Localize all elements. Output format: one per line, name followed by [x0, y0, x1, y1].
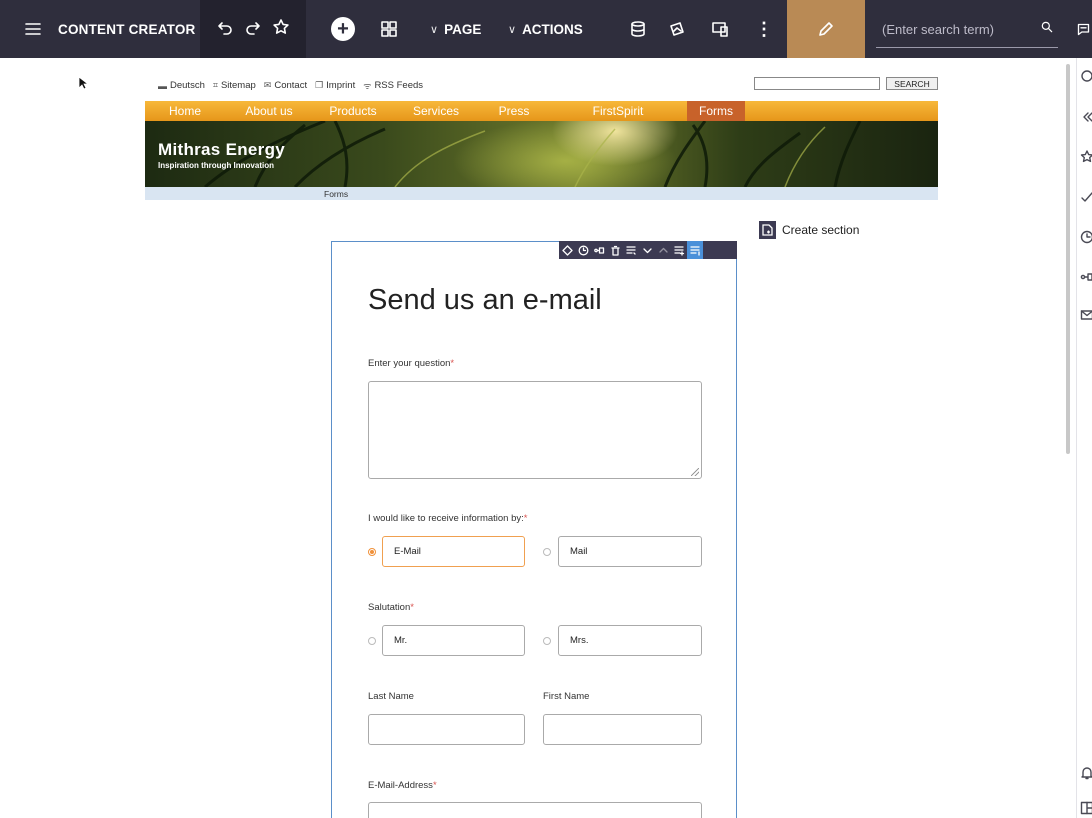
search-input[interactable]: (Enter search term) — [882, 22, 994, 37]
right-sidebar — [1076, 58, 1092, 818]
chevron-down-icon: ∨ — [430, 23, 439, 36]
option-email[interactable]: E-Mail — [382, 536, 525, 567]
brand-slogan: Inspiration through Innovation — [158, 161, 274, 170]
question-label: Enter your question* — [368, 358, 455, 369]
toolbar-search[interactable]: (Enter search term) — [866, 0, 1066, 58]
chevron-down-icon: ∨ — [508, 23, 517, 36]
search-underline — [876, 47, 1058, 48]
site-banner: Mithras Energy Inspiration through Innov… — [145, 121, 938, 187]
meta-nav-deutsch[interactable]: ▬ Deutsch — [158, 79, 205, 92]
page-scrollbar[interactable] — [1066, 64, 1070, 454]
comments-icon[interactable] — [1074, 0, 1092, 58]
email-address-label: E-Mail-Address* — [368, 780, 437, 791]
insert-section-icon[interactable] — [671, 241, 687, 259]
nav-item-press[interactable]: Press — [479, 101, 549, 121]
question-textarea[interactable] — [368, 381, 702, 479]
meta-nav-contact[interactable]: ✉ Contact — [264, 79, 307, 92]
salutation-label: Salutation* — [368, 602, 414, 613]
info-channel-label: I would like to receive information by:* — [368, 513, 528, 524]
plus-icon: + — [331, 17, 355, 41]
radio-mail[interactable] — [543, 548, 551, 556]
add-button[interactable]: + — [330, 0, 356, 58]
meta-navigation: ▬ Deutsch ⌗ Sitemap ✉ Contact ❐ Imprint ᯤ RSS… — [158, 79, 423, 92]
history-clock-icon[interactable] — [575, 241, 591, 259]
mail-icon[interactable] — [1080, 308, 1092, 322]
site-search-input[interactable] — [754, 77, 880, 90]
history-group — [200, 0, 306, 58]
redo-icon[interactable] — [244, 18, 262, 41]
more-options-icon[interactable]: ⋮ — [755, 0, 773, 58]
page-menu-button[interactable]: ∨ PAGE — [430, 0, 481, 58]
rss-icon: ᯤ — [363, 81, 372, 91]
create-section-button[interactable]: Create section — [759, 221, 859, 239]
new-document-icon — [759, 221, 776, 239]
radio-email[interactable] — [368, 548, 376, 556]
contact-mail-icon: ✉ — [263, 80, 272, 90]
last-name-input[interactable] — [368, 714, 525, 745]
meta-nav-imprint[interactable]: ❐ Imprint — [315, 79, 355, 92]
app-title: CONTENT CREATOR — [58, 21, 196, 37]
star-icon[interactable] — [1080, 150, 1092, 164]
nav-item-forms[interactable]: Forms — [687, 101, 745, 121]
breadcrumb[interactable]: Forms — [324, 189, 348, 199]
undo-icon[interactable] — [216, 18, 234, 41]
search-icon[interactable] — [1080, 69, 1092, 83]
diamond-icon[interactable] — [559, 241, 575, 259]
nav-item-firstspirit[interactable]: FirstSpirit — [549, 101, 687, 121]
first-name-input[interactable] — [543, 714, 702, 745]
sitemap-icon: ⌗ — [212, 80, 218, 90]
hamburger-menu-icon[interactable] — [22, 0, 44, 58]
favorite-star-icon[interactable] — [272, 18, 290, 41]
pencil-icon — [819, 22, 833, 36]
move-up-icon — [655, 241, 671, 259]
delete-trash-icon[interactable] — [607, 241, 623, 259]
actions-menu-button[interactable]: ∨ ACTIONS — [508, 0, 583, 58]
option-mr[interactable]: Mr. — [382, 625, 525, 656]
mouse-cursor-icon — [78, 76, 88, 90]
option-mrs[interactable]: Mrs. — [558, 625, 702, 656]
nav-item-products[interactable]: Products — [313, 101, 393, 121]
nav-item-home[interactable]: Home — [145, 101, 225, 121]
search-icon[interactable] — [1040, 20, 1054, 39]
nav-item-about-us[interactable]: About us — [225, 101, 313, 121]
media-icon[interactable] — [666, 0, 688, 58]
form-title: Send us an e-mail — [368, 284, 602, 316]
section-properties-icon[interactable] — [687, 241, 703, 259]
radio-mr[interactable] — [368, 637, 376, 645]
site-main-navigation: Home About us Products Services Press Fi… — [145, 101, 938, 121]
site-search-button[interactable]: SEARCH — [886, 77, 938, 90]
edit-mode-button[interactable] — [787, 0, 865, 58]
email-address-input[interactable] — [368, 802, 702, 818]
checkmark-icon[interactable] — [1080, 190, 1092, 204]
meta-nav-sitemap[interactable]: ⌗ Sitemap — [213, 79, 256, 92]
move-down-icon[interactable] — [639, 241, 655, 259]
page-menu-label: PAGE — [444, 21, 482, 37]
language-flag-icon: ▬ — [158, 80, 167, 91]
first-name-label: First Name — [543, 691, 590, 702]
nav-item-services[interactable]: Services — [393, 101, 479, 121]
preview-devices-icon[interactable] — [709, 0, 731, 58]
create-section-label: Create section — [782, 223, 860, 237]
option-mail[interactable]: Mail — [558, 536, 702, 567]
notifications-bell-icon[interactable] — [1080, 766, 1092, 780]
collapse-left-icon[interactable] — [1080, 110, 1092, 124]
top-toolbar: CONTENT CREATOR + ∨ PAGE ∨ ACTIONS ⋮ (En… — [0, 0, 1092, 58]
section-toolbar — [559, 241, 737, 259]
database-icon[interactable] — [627, 0, 649, 58]
history-clock-icon[interactable] — [1080, 230, 1092, 244]
panel-toggle-icon[interactable] — [1080, 801, 1092, 815]
actions-menu-label: ACTIONS — [522, 21, 583, 37]
workflow-icon[interactable] — [591, 241, 607, 259]
last-name-label: Last Name — [368, 691, 414, 702]
brand-name: Mithras Energy — [158, 140, 286, 159]
radio-mrs[interactable] — [543, 637, 551, 645]
section-type-icon[interactable] — [623, 241, 639, 259]
imprint-icon: ❐ — [315, 80, 324, 90]
resize-handle[interactable] — [691, 468, 699, 476]
workflow-icon[interactable] — [1080, 270, 1092, 284]
grid-view-icon[interactable] — [378, 0, 400, 58]
breadcrumb-bar — [145, 187, 938, 200]
meta-nav-rss[interactable]: ᯤ RSS Feeds — [363, 79, 423, 92]
